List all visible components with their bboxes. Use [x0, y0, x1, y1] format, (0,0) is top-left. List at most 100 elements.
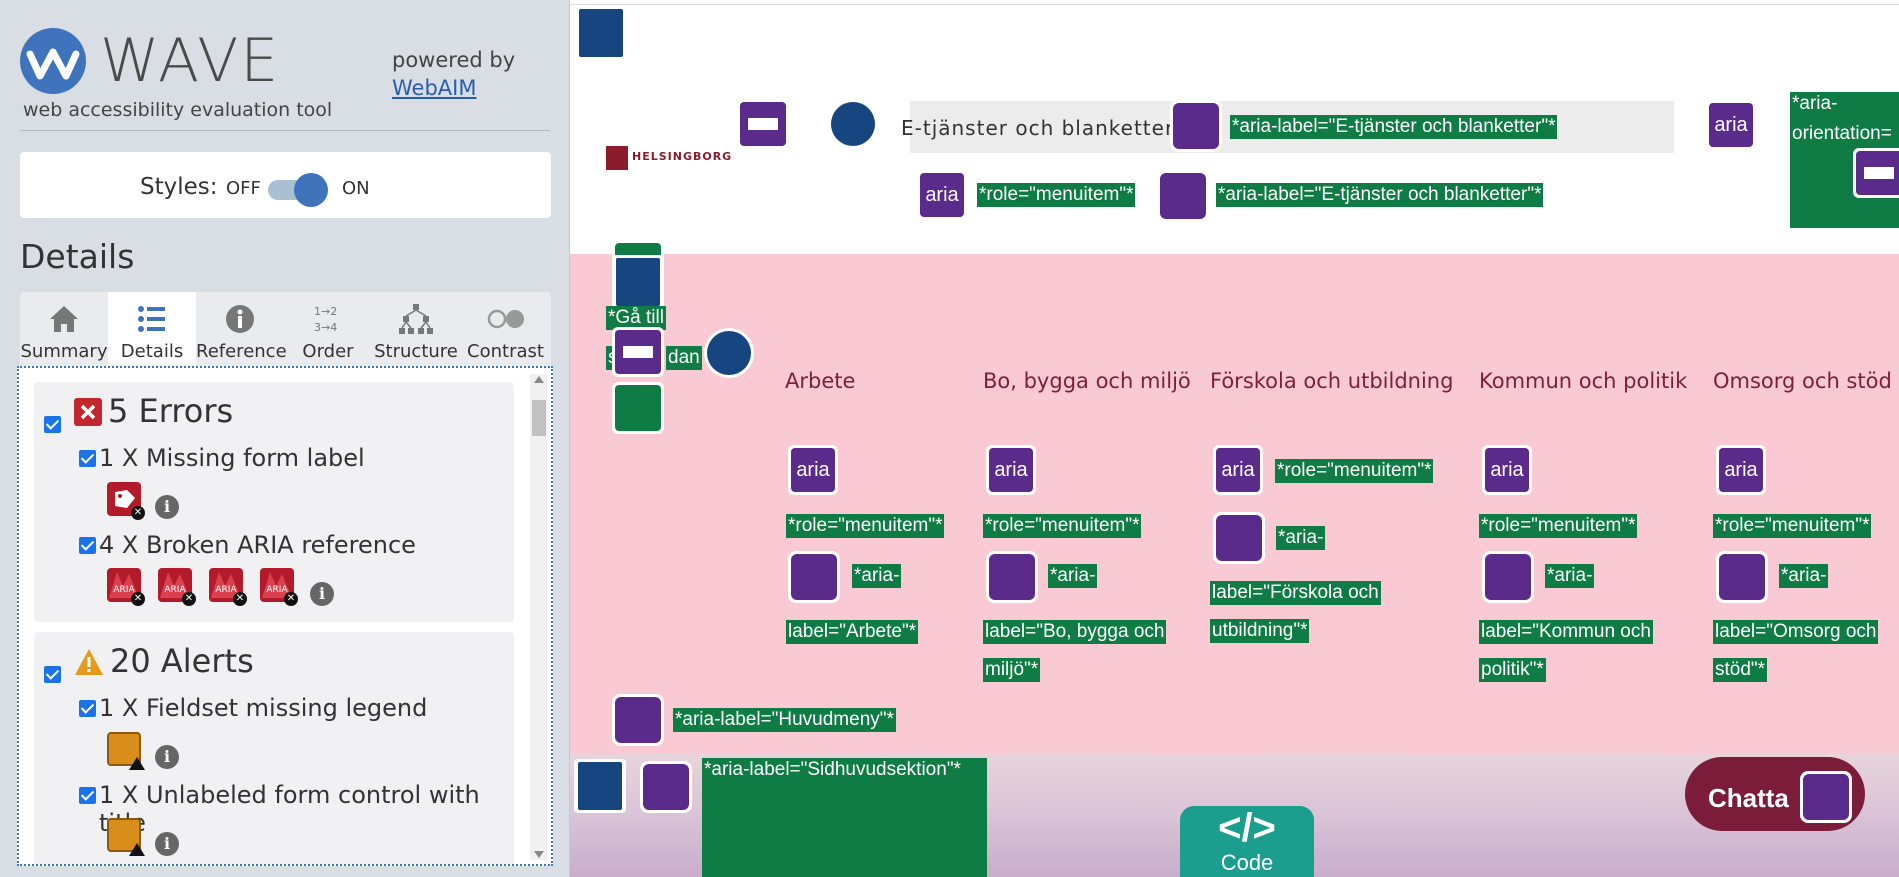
aria-label-tag-icon[interactable] [1716, 551, 1768, 603]
wave-logo-icon [20, 28, 86, 94]
aria-label-annotation: *aria- [1048, 564, 1098, 588]
aria-label-tag-icon[interactable] [788, 551, 840, 603]
broken-aria-item: 4 X Broken ARIA reference [99, 531, 416, 559]
aria-badge-icon[interactable]: aria [1716, 445, 1766, 495]
panel-scrollbar[interactable] [530, 374, 548, 860]
tab-summary-label: Summary [20, 341, 108, 362]
missing-label-info-icon[interactable]: i [155, 495, 179, 519]
aria-label-tag-icon[interactable] [1213, 512, 1265, 564]
styles-on-label: ON [342, 178, 370, 199]
scroll-thumb[interactable] [532, 400, 546, 436]
aria-label-annotation: label="Förskola och [1210, 581, 1381, 605]
fieldset-legend-checkbox[interactable] [79, 700, 96, 717]
fieldset-legend-info-icon[interactable]: i [155, 745, 179, 769]
styles-off-label: OFF [226, 178, 261, 199]
webaim-link[interactable]: WebAIM [392, 76, 476, 100]
tab-structure[interactable]: Structure [372, 292, 460, 366]
broken-aria-info-icon[interactable]: i [310, 582, 334, 606]
aria-label-tag-icon[interactable] [640, 761, 692, 813]
aria-orientation-annotation: *aria- [1790, 92, 1840, 116]
broken-aria-icon[interactable]: ARIA ✕ [260, 568, 298, 606]
tab-structure-label: Structure [374, 341, 458, 362]
broken-aria-icon[interactable]: ARIA ✕ [107, 568, 145, 606]
tab-order-label: Order [302, 341, 354, 362]
nav-item-forskola[interactable]: Förskola och utbildning [1210, 369, 1453, 393]
eservices-label[interactable]: E-tjänster och blanketter [901, 116, 1174, 140]
aria-label-tag-icon[interactable] [1157, 170, 1209, 222]
unlabeled-control-checkbox[interactable] [79, 787, 96, 804]
info-icon [226, 305, 254, 333]
aria-badge-icon[interactable]: aria [1213, 445, 1263, 495]
contrast-icon [487, 309, 524, 329]
aria-label-tag-icon[interactable] [986, 551, 1038, 603]
menu-select-icon[interactable] [612, 327, 664, 377]
aria-label-tag-icon[interactable] [1482, 551, 1534, 603]
aria-badge-icon[interactable]: aria [788, 445, 838, 495]
tab-contrast-label: Contrast [467, 341, 544, 362]
broken-aria-icon[interactable]: ARIA ✕ [209, 568, 247, 606]
aria-label-annotation: *aria- [852, 564, 902, 588]
error-badge-icon: ✕ [284, 592, 298, 606]
missing-label-checkbox[interactable] [79, 450, 96, 467]
tab-summary[interactable]: Summary [20, 292, 108, 366]
tab-order[interactable]: 1→2 3→4 Order [284, 292, 372, 366]
image-icon[interactable] [612, 382, 664, 434]
aria-label-annotation: label="Kommun och [1479, 620, 1653, 644]
list-icon[interactable] [828, 99, 878, 149]
sidhuvud-annotation: *aria-label="Sidhuvudsektion"* [702, 758, 963, 782]
unlabeled-control-item: 1 X Unlabeled form control with title [99, 781, 480, 837]
divider [570, 4, 1899, 5]
chat-button-label[interactable]: Chatta [1708, 783, 1789, 814]
main-navigation [570, 254, 1899, 754]
nav-item-omsorg[interactable]: Omsorg och stöd [1713, 369, 1892, 393]
tab-reference[interactable]: Reference [196, 292, 287, 366]
styles-toggle-knob[interactable] [294, 173, 328, 207]
header-structure-icon[interactable] [574, 759, 626, 813]
aria-label-annotation: miljö"* [983, 658, 1041, 682]
alerts-title: 20 Alerts [110, 642, 254, 680]
aria-badge-icon[interactable]: aria [986, 445, 1036, 495]
wave-tagline: web accessibility evaluation tool [23, 99, 333, 121]
nav-item-bo-bygga[interactable]: Bo, bygga och miljö [983, 369, 1191, 393]
scroll-up-icon[interactable] [534, 376, 544, 383]
aria-badge-icon[interactable]: aria [917, 170, 967, 220]
code-button[interactable]: </> Code [1180, 806, 1314, 877]
aria-label-tag-icon[interactable] [612, 694, 664, 746]
nav-item-kommun[interactable]: Kommun och politik [1479, 369, 1687, 393]
error-badge-icon: ✕ [131, 592, 145, 606]
unlabeled-control-icon[interactable] [107, 818, 145, 856]
tab-bar: Summary Details Reference 1→2 3→4 Order S… [20, 292, 551, 366]
nav-structure-icon[interactable] [612, 255, 664, 309]
aria-label-annotation: *aria-label="E-tjänster och blanketter"* [1216, 183, 1544, 207]
broken-aria-checkbox[interactable] [79, 537, 96, 554]
nav-item-arbete[interactable]: Arbete [785, 369, 855, 393]
errors-checkbox[interactable] [44, 416, 61, 433]
aria-badge-icon[interactable]: aria [1706, 100, 1756, 150]
errors-title: 5 Errors [108, 392, 234, 430]
tab-details-label: Details [120, 341, 184, 362]
alerts-checkbox[interactable] [44, 666, 61, 683]
scroll-down-icon[interactable] [534, 851, 544, 858]
brand-name[interactable]: HELSINGBORG [632, 150, 732, 163]
fieldset-legend-icon[interactable] [107, 732, 145, 770]
list-icon[interactable] [704, 328, 754, 378]
unlabeled-control-info-icon[interactable]: i [155, 832, 179, 856]
missing-label-icon[interactable]: ✕ [107, 482, 145, 520]
aria-label-annotation: *aria- [1276, 526, 1326, 550]
tab-contrast[interactable]: Contrast [460, 292, 551, 366]
aria-label-tag-icon[interactable] [1800, 771, 1852, 823]
details-panel: 5 Errors 1 X Missing form label ✕ i 4 X … [17, 366, 553, 866]
error-badge-icon: ✕ [233, 592, 247, 606]
menu-select-icon[interactable] [737, 99, 789, 149]
divider [20, 130, 550, 131]
tab-reference-label: Reference [196, 341, 287, 362]
warning-badge-icon [129, 757, 145, 770]
aria-label-tag-icon[interactable] [1170, 100, 1222, 152]
alert-warning-icon [75, 649, 103, 675]
header-structure-icon[interactable] [575, 6, 627, 60]
tab-details[interactable]: Details [108, 292, 196, 366]
menu-select-icon[interactable] [1853, 148, 1899, 198]
role-menuitem-annotation: *role="menuitem"* [977, 183, 1136, 207]
broken-aria-icon[interactable]: ARIA ✕ [158, 568, 196, 606]
aria-badge-icon[interactable]: aria [1482, 445, 1532, 495]
